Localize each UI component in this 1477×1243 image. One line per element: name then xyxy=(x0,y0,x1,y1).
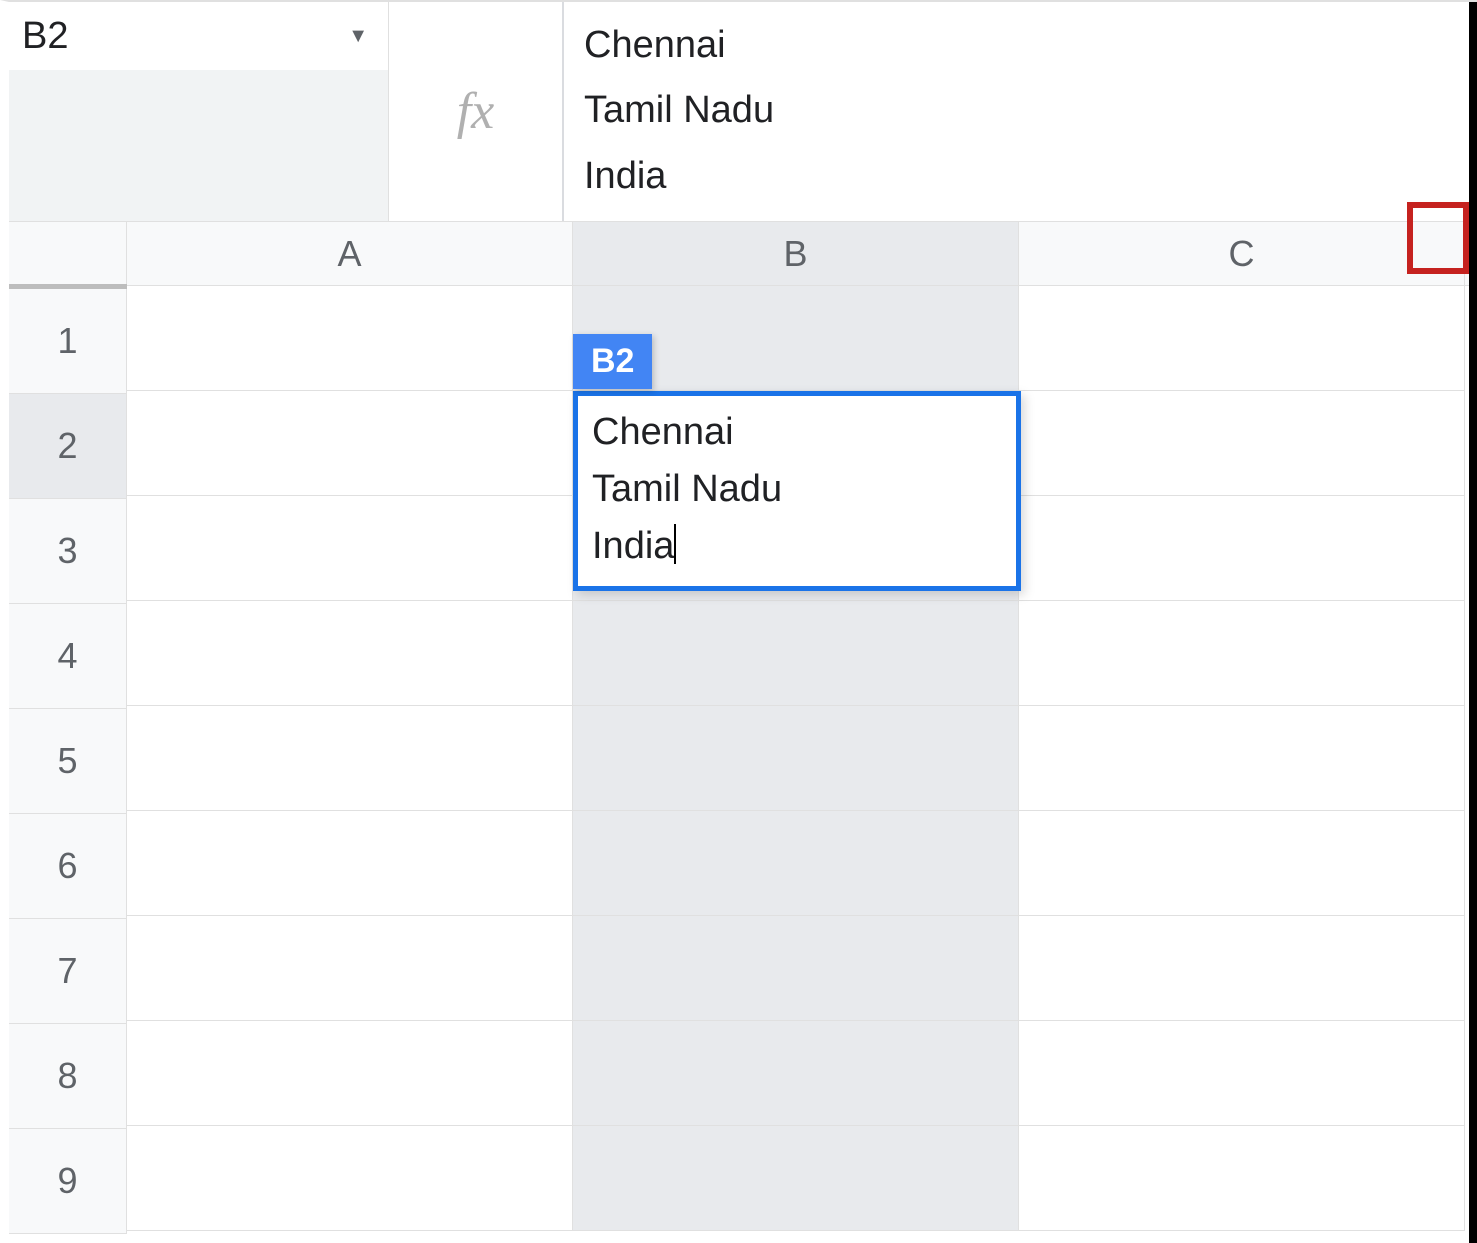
name-box-value: B2 xyxy=(22,15,68,58)
grid-row-9 xyxy=(127,1126,1477,1231)
editing-cell-editor[interactable]: Chennai Tamil Nadu India xyxy=(573,391,1021,591)
cell-A7[interactable] xyxy=(127,916,573,1021)
column-header-C[interactable]: C xyxy=(1019,222,1465,285)
cell-B8[interactable] xyxy=(573,1021,1019,1126)
row-headers: 1 2 3 4 5 6 7 8 9 xyxy=(9,284,127,1234)
cell-B7[interactable] xyxy=(573,916,1019,1021)
cell-A6[interactable] xyxy=(127,811,573,916)
editing-line-2: Tamil Nadu xyxy=(592,468,782,510)
grid-rows: 1 2 3 4 5 6 7 8 9 xyxy=(9,286,1477,1234)
row-header-2[interactable]: 2 xyxy=(9,394,127,499)
grid-row-6 xyxy=(127,811,1477,916)
row-header-4[interactable]: 4 xyxy=(9,604,127,709)
editing-line-1: Chennai xyxy=(592,411,734,453)
cell-C3[interactable] xyxy=(1019,496,1465,601)
grid-row-7 xyxy=(127,916,1477,1021)
cell-C6[interactable] xyxy=(1019,811,1465,916)
editing-cell-label: B2 xyxy=(573,334,652,389)
cell-C5[interactable] xyxy=(1019,706,1465,811)
row-header-8[interactable]: 8 xyxy=(9,1024,127,1129)
formula-input[interactable]: Chennai Tamil Nadu India xyxy=(564,2,1477,221)
fx-icon: fx xyxy=(457,82,495,141)
row-header-7[interactable]: 7 xyxy=(9,919,127,1024)
cell-B6[interactable] xyxy=(573,811,1019,916)
select-all-corner[interactable] xyxy=(9,222,127,285)
row-header-5[interactable]: 5 xyxy=(9,709,127,814)
cell-A8[interactable] xyxy=(127,1021,573,1126)
row-header-1[interactable]: 1 xyxy=(9,289,127,394)
cell-C8[interactable] xyxy=(1019,1021,1465,1126)
cell-C9[interactable] xyxy=(1019,1126,1465,1231)
highlight-annotation-box xyxy=(1407,202,1469,274)
row-header-3[interactable]: 3 xyxy=(9,499,127,604)
cell-B9[interactable] xyxy=(573,1126,1019,1231)
cell-A4[interactable] xyxy=(127,601,573,706)
fx-wrapper: fx xyxy=(389,2,564,221)
row-header-9[interactable]: 9 xyxy=(9,1129,127,1234)
cell-B4[interactable] xyxy=(573,601,1019,706)
grid-cells: B2 Chennai Tamil Nadu India xyxy=(127,286,1477,1234)
cell-C4[interactable] xyxy=(1019,601,1465,706)
right-border xyxy=(1469,2,1477,1243)
formula-bar-row: B2 ▼ fx Chennai Tamil Nadu India xyxy=(9,2,1477,222)
cell-A5[interactable] xyxy=(127,706,573,811)
grid-area: A B C 1 2 3 4 5 6 7 8 9 xyxy=(9,222,1477,1234)
grid-row-4 xyxy=(127,601,1477,706)
cell-A2[interactable] xyxy=(127,391,573,496)
cell-A3[interactable] xyxy=(127,496,573,601)
name-box-filler xyxy=(9,70,389,221)
editing-line-3: India xyxy=(592,525,674,567)
name-box-wrapper: B2 ▼ xyxy=(9,2,389,221)
cell-C7[interactable] xyxy=(1019,916,1465,1021)
cell-C1[interactable] xyxy=(1019,286,1465,391)
name-box[interactable]: B2 ▼ xyxy=(9,2,389,70)
column-header-B[interactable]: B xyxy=(573,222,1019,285)
grid-row-5 xyxy=(127,706,1477,811)
grid-row-8 xyxy=(127,1021,1477,1126)
text-cursor xyxy=(674,524,676,564)
cell-A1[interactable] xyxy=(127,286,573,391)
dropdown-icon[interactable]: ▼ xyxy=(348,25,368,48)
row-header-6[interactable]: 6 xyxy=(9,814,127,919)
cell-B5[interactable] xyxy=(573,706,1019,811)
column-header-A[interactable]: A xyxy=(127,222,573,285)
column-headers: A B C xyxy=(9,222,1477,286)
cell-C2[interactable] xyxy=(1019,391,1465,496)
cell-A9[interactable] xyxy=(127,1126,573,1231)
grid-row-1 xyxy=(127,286,1477,391)
